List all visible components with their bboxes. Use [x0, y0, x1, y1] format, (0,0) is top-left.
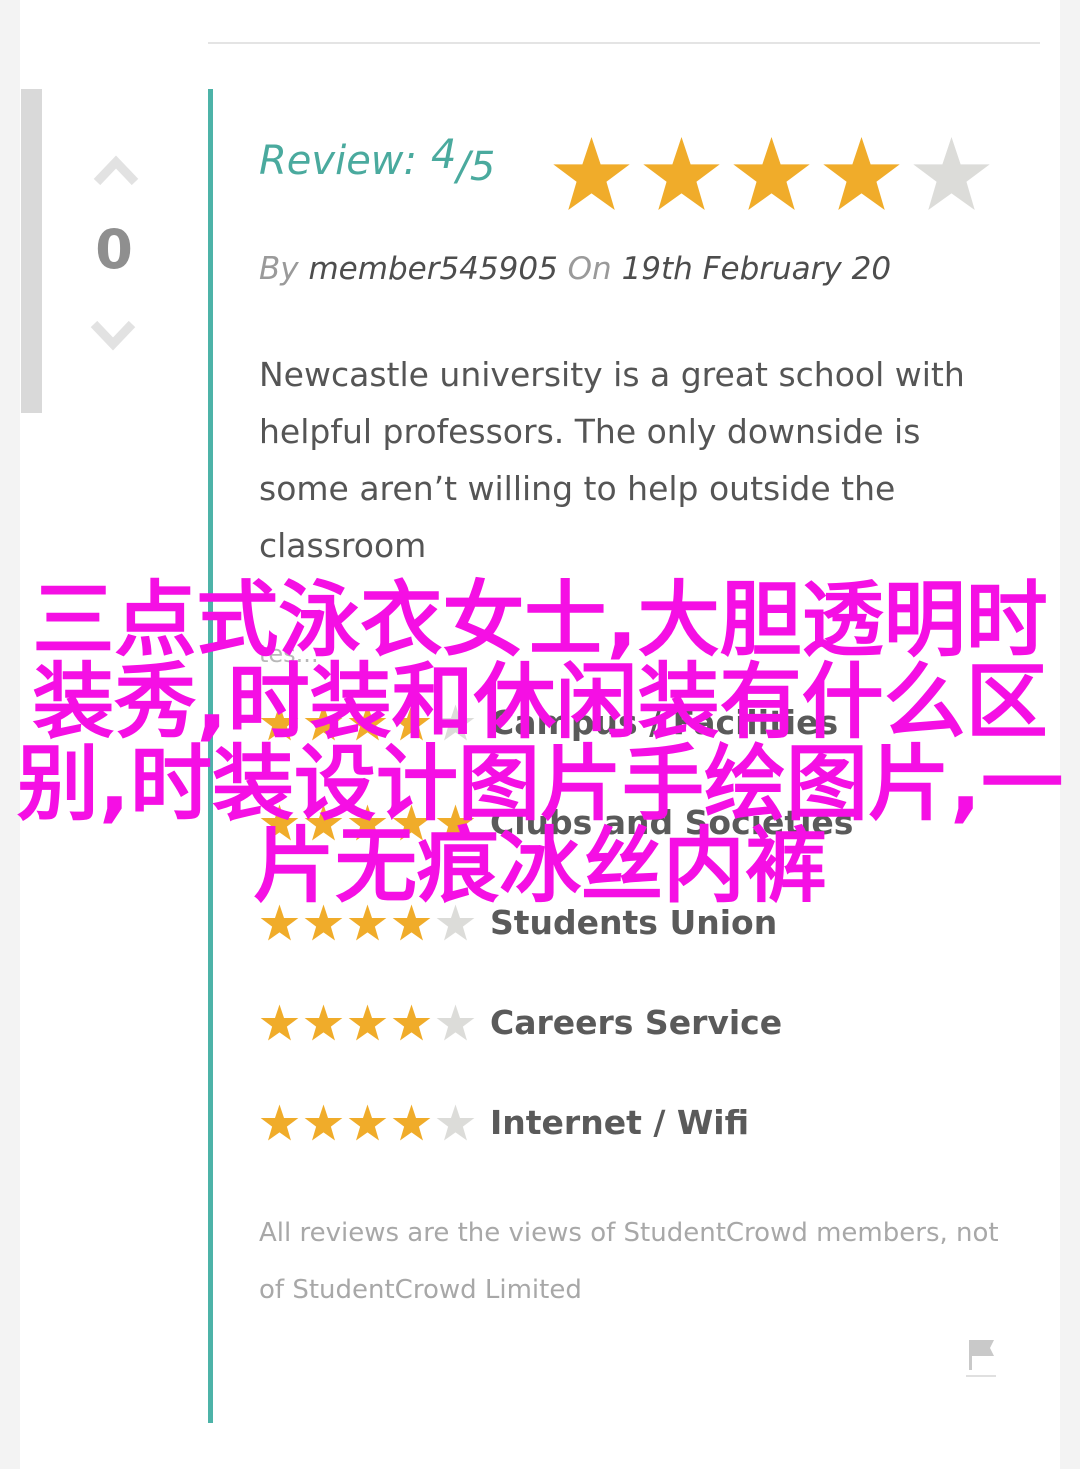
chevron-down-icon [90, 320, 136, 351]
review-score-max: /5 [456, 144, 496, 190]
star-filled-icon [643, 136, 720, 211]
category-row: Careers Service [259, 1002, 782, 1043]
review-score-value: 4 [431, 132, 457, 178]
review-score: Review: 4/5 [259, 132, 495, 190]
review-date: 19th February 20 [621, 251, 892, 287]
star-empty-icon [436, 1104, 475, 1141]
star-filled-icon [348, 1004, 387, 1041]
chevron-up-icon [93, 155, 139, 186]
byline: By member545905 On 19th February 20 [259, 251, 891, 287]
report-button[interactable] [966, 1336, 996, 1378]
star-filled-icon [304, 1104, 343, 1141]
star-empty-icon [913, 136, 990, 211]
overlay-text: 三点式泳衣女士,大胆透明时装秀,时装和休闲装有什么区别,时装设计图片手绘图片,一… [16, 573, 1064, 914]
star-filled-icon [392, 1104, 431, 1141]
overall-rating-stars [550, 132, 993, 215]
category-stars [259, 1002, 476, 1043]
category-label: Careers Service [490, 1003, 783, 1042]
category-row: Internet / Wifi [259, 1102, 749, 1143]
star-filled-icon [823, 136, 900, 211]
disclaimer: All reviews are the views of StudentCrow… [259, 1218, 999, 1305]
review-author[interactable]: member545905 [308, 251, 557, 287]
category-label: Internet / Wifi [490, 1103, 750, 1142]
on-label: On [567, 251, 612, 287]
star-filled-icon [348, 1104, 387, 1141]
star-filled-icon [553, 136, 630, 211]
star-filled-icon [392, 1004, 431, 1041]
star-filled-icon [260, 1104, 299, 1141]
flag-icon [966, 1340, 996, 1377]
category-stars [259, 1102, 476, 1143]
upvote-button[interactable] [93, 150, 139, 190]
star-filled-icon [260, 1004, 299, 1041]
by-label: By [259, 251, 299, 287]
star-empty-icon [436, 1004, 475, 1041]
review-label: Review: [259, 138, 417, 184]
star-filled-icon [304, 1004, 343, 1041]
vote-bar [21, 89, 42, 413]
downvote-button[interactable] [90, 316, 136, 356]
review-text: Newcastle university is a great school w… [259, 355, 965, 565]
vote-count: 0 [95, 218, 133, 281]
divider [208, 42, 1040, 44]
star-filled-icon [733, 136, 810, 211]
